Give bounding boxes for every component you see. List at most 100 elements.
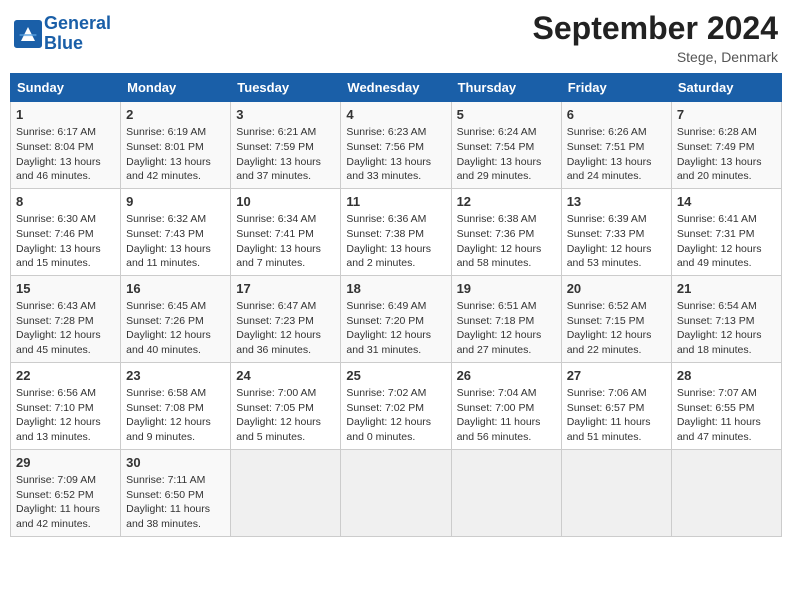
day-number: 13 <box>567 193 666 211</box>
day-info: Sunrise: 6:47 AM Sunset: 7:23 PM Dayligh… <box>236 299 335 358</box>
calendar-cell: 22Sunrise: 6:56 AM Sunset: 7:10 PM Dayli… <box>11 362 121 449</box>
logo-icon <box>14 20 42 48</box>
logo-line2: Blue <box>44 33 83 53</box>
day-number: 15 <box>16 280 115 298</box>
calendar-cell: 8Sunrise: 6:30 AM Sunset: 7:46 PM Daylig… <box>11 188 121 275</box>
weekday-header: Sunday <box>11 74 121 102</box>
day-number: 9 <box>126 193 225 211</box>
page-header: General Blue September 2024 Stege, Denma… <box>10 10 782 65</box>
calendar-cell: 5Sunrise: 6:24 AM Sunset: 7:54 PM Daylig… <box>451 102 561 189</box>
day-number: 12 <box>457 193 556 211</box>
logo: General Blue <box>14 14 111 54</box>
calendar-cell: 19Sunrise: 6:51 AM Sunset: 7:18 PM Dayli… <box>451 275 561 362</box>
day-number: 8 <box>16 193 115 211</box>
day-info: Sunrise: 6:21 AM Sunset: 7:59 PM Dayligh… <box>236 125 335 184</box>
weekday-header: Saturday <box>671 74 781 102</box>
calendar-cell: 23Sunrise: 6:58 AM Sunset: 7:08 PM Dayli… <box>121 362 231 449</box>
calendar-cell: 21Sunrise: 6:54 AM Sunset: 7:13 PM Dayli… <box>671 275 781 362</box>
weekday-header: Tuesday <box>231 74 341 102</box>
calendar-week-row: 15Sunrise: 6:43 AM Sunset: 7:28 PM Dayli… <box>11 275 782 362</box>
calendar-cell <box>341 449 451 536</box>
day-number: 3 <box>236 106 335 124</box>
day-info: Sunrise: 6:34 AM Sunset: 7:41 PM Dayligh… <box>236 212 335 271</box>
location: Stege, Denmark <box>533 49 778 65</box>
day-number: 18 <box>346 280 445 298</box>
calendar-cell: 16Sunrise: 6:45 AM Sunset: 7:26 PM Dayli… <box>121 275 231 362</box>
day-info: Sunrise: 7:06 AM Sunset: 6:57 PM Dayligh… <box>567 386 666 445</box>
calendar-week-row: 8Sunrise: 6:30 AM Sunset: 7:46 PM Daylig… <box>11 188 782 275</box>
calendar-cell: 17Sunrise: 6:47 AM Sunset: 7:23 PM Dayli… <box>231 275 341 362</box>
day-info: Sunrise: 6:52 AM Sunset: 7:15 PM Dayligh… <box>567 299 666 358</box>
day-number: 26 <box>457 367 556 385</box>
weekday-header: Friday <box>561 74 671 102</box>
day-info: Sunrise: 7:00 AM Sunset: 7:05 PM Dayligh… <box>236 386 335 445</box>
calendar-cell: 27Sunrise: 7:06 AM Sunset: 6:57 PM Dayli… <box>561 362 671 449</box>
calendar-cell: 26Sunrise: 7:04 AM Sunset: 7:00 PM Dayli… <box>451 362 561 449</box>
day-info: Sunrise: 6:43 AM Sunset: 7:28 PM Dayligh… <box>16 299 115 358</box>
day-info: Sunrise: 6:32 AM Sunset: 7:43 PM Dayligh… <box>126 212 225 271</box>
calendar-cell: 3Sunrise: 6:21 AM Sunset: 7:59 PM Daylig… <box>231 102 341 189</box>
weekday-header: Wednesday <box>341 74 451 102</box>
day-info: Sunrise: 6:26 AM Sunset: 7:51 PM Dayligh… <box>567 125 666 184</box>
calendar-cell: 12Sunrise: 6:38 AM Sunset: 7:36 PM Dayli… <box>451 188 561 275</box>
day-number: 30 <box>126 454 225 472</box>
day-number: 22 <box>16 367 115 385</box>
day-info: Sunrise: 6:58 AM Sunset: 7:08 PM Dayligh… <box>126 386 225 445</box>
calendar-cell: 30Sunrise: 7:11 AM Sunset: 6:50 PM Dayli… <box>121 449 231 536</box>
day-number: 16 <box>126 280 225 298</box>
calendar-cell: 10Sunrise: 6:34 AM Sunset: 7:41 PM Dayli… <box>231 188 341 275</box>
day-number: 14 <box>677 193 776 211</box>
calendar-table: SundayMondayTuesdayWednesdayThursdayFrid… <box>10 73 782 537</box>
calendar-cell: 2Sunrise: 6:19 AM Sunset: 8:01 PM Daylig… <box>121 102 231 189</box>
calendar-cell: 20Sunrise: 6:52 AM Sunset: 7:15 PM Dayli… <box>561 275 671 362</box>
logo-line1: General <box>44 13 111 33</box>
day-info: Sunrise: 6:39 AM Sunset: 7:33 PM Dayligh… <box>567 212 666 271</box>
day-info: Sunrise: 6:24 AM Sunset: 7:54 PM Dayligh… <box>457 125 556 184</box>
day-number: 25 <box>346 367 445 385</box>
day-number: 29 <box>16 454 115 472</box>
day-number: 5 <box>457 106 556 124</box>
day-info: Sunrise: 6:51 AM Sunset: 7:18 PM Dayligh… <box>457 299 556 358</box>
calendar-cell: 11Sunrise: 6:36 AM Sunset: 7:38 PM Dayli… <box>341 188 451 275</box>
weekday-header: Thursday <box>451 74 561 102</box>
month-title: September 2024 <box>533 10 778 47</box>
weekday-header: Monday <box>121 74 231 102</box>
day-info: Sunrise: 6:30 AM Sunset: 7:46 PM Dayligh… <box>16 212 115 271</box>
calendar-cell <box>451 449 561 536</box>
day-info: Sunrise: 6:19 AM Sunset: 8:01 PM Dayligh… <box>126 125 225 184</box>
title-block: September 2024 Stege, Denmark <box>533 10 778 65</box>
day-number: 10 <box>236 193 335 211</box>
day-number: 28 <box>677 367 776 385</box>
calendar-cell: 6Sunrise: 6:26 AM Sunset: 7:51 PM Daylig… <box>561 102 671 189</box>
day-info: Sunrise: 6:17 AM Sunset: 8:04 PM Dayligh… <box>16 125 115 184</box>
day-info: Sunrise: 6:49 AM Sunset: 7:20 PM Dayligh… <box>346 299 445 358</box>
day-number: 6 <box>567 106 666 124</box>
day-number: 21 <box>677 280 776 298</box>
day-number: 4 <box>346 106 445 124</box>
day-info: Sunrise: 6:28 AM Sunset: 7:49 PM Dayligh… <box>677 125 776 184</box>
day-info: Sunrise: 6:54 AM Sunset: 7:13 PM Dayligh… <box>677 299 776 358</box>
calendar-cell: 29Sunrise: 7:09 AM Sunset: 6:52 PM Dayli… <box>11 449 121 536</box>
calendar-cell: 9Sunrise: 6:32 AM Sunset: 7:43 PM Daylig… <box>121 188 231 275</box>
day-info: Sunrise: 7:02 AM Sunset: 7:02 PM Dayligh… <box>346 386 445 445</box>
day-number: 11 <box>346 193 445 211</box>
day-number: 23 <box>126 367 225 385</box>
calendar-cell: 24Sunrise: 7:00 AM Sunset: 7:05 PM Dayli… <box>231 362 341 449</box>
calendar-cell: 15Sunrise: 6:43 AM Sunset: 7:28 PM Dayli… <box>11 275 121 362</box>
calendar-week-row: 22Sunrise: 6:56 AM Sunset: 7:10 PM Dayli… <box>11 362 782 449</box>
day-number: 1 <box>16 106 115 124</box>
calendar-cell: 13Sunrise: 6:39 AM Sunset: 7:33 PM Dayli… <box>561 188 671 275</box>
day-info: Sunrise: 6:56 AM Sunset: 7:10 PM Dayligh… <box>16 386 115 445</box>
day-number: 17 <box>236 280 335 298</box>
calendar-cell <box>561 449 671 536</box>
day-number: 7 <box>677 106 776 124</box>
day-number: 20 <box>567 280 666 298</box>
calendar-cell: 14Sunrise: 6:41 AM Sunset: 7:31 PM Dayli… <box>671 188 781 275</box>
calendar-header: SundayMondayTuesdayWednesdayThursdayFrid… <box>11 74 782 102</box>
day-info: Sunrise: 6:38 AM Sunset: 7:36 PM Dayligh… <box>457 212 556 271</box>
day-info: Sunrise: 6:41 AM Sunset: 7:31 PM Dayligh… <box>677 212 776 271</box>
calendar-cell: 25Sunrise: 7:02 AM Sunset: 7:02 PM Dayli… <box>341 362 451 449</box>
calendar-cell <box>231 449 341 536</box>
day-number: 27 <box>567 367 666 385</box>
day-number: 2 <box>126 106 225 124</box>
